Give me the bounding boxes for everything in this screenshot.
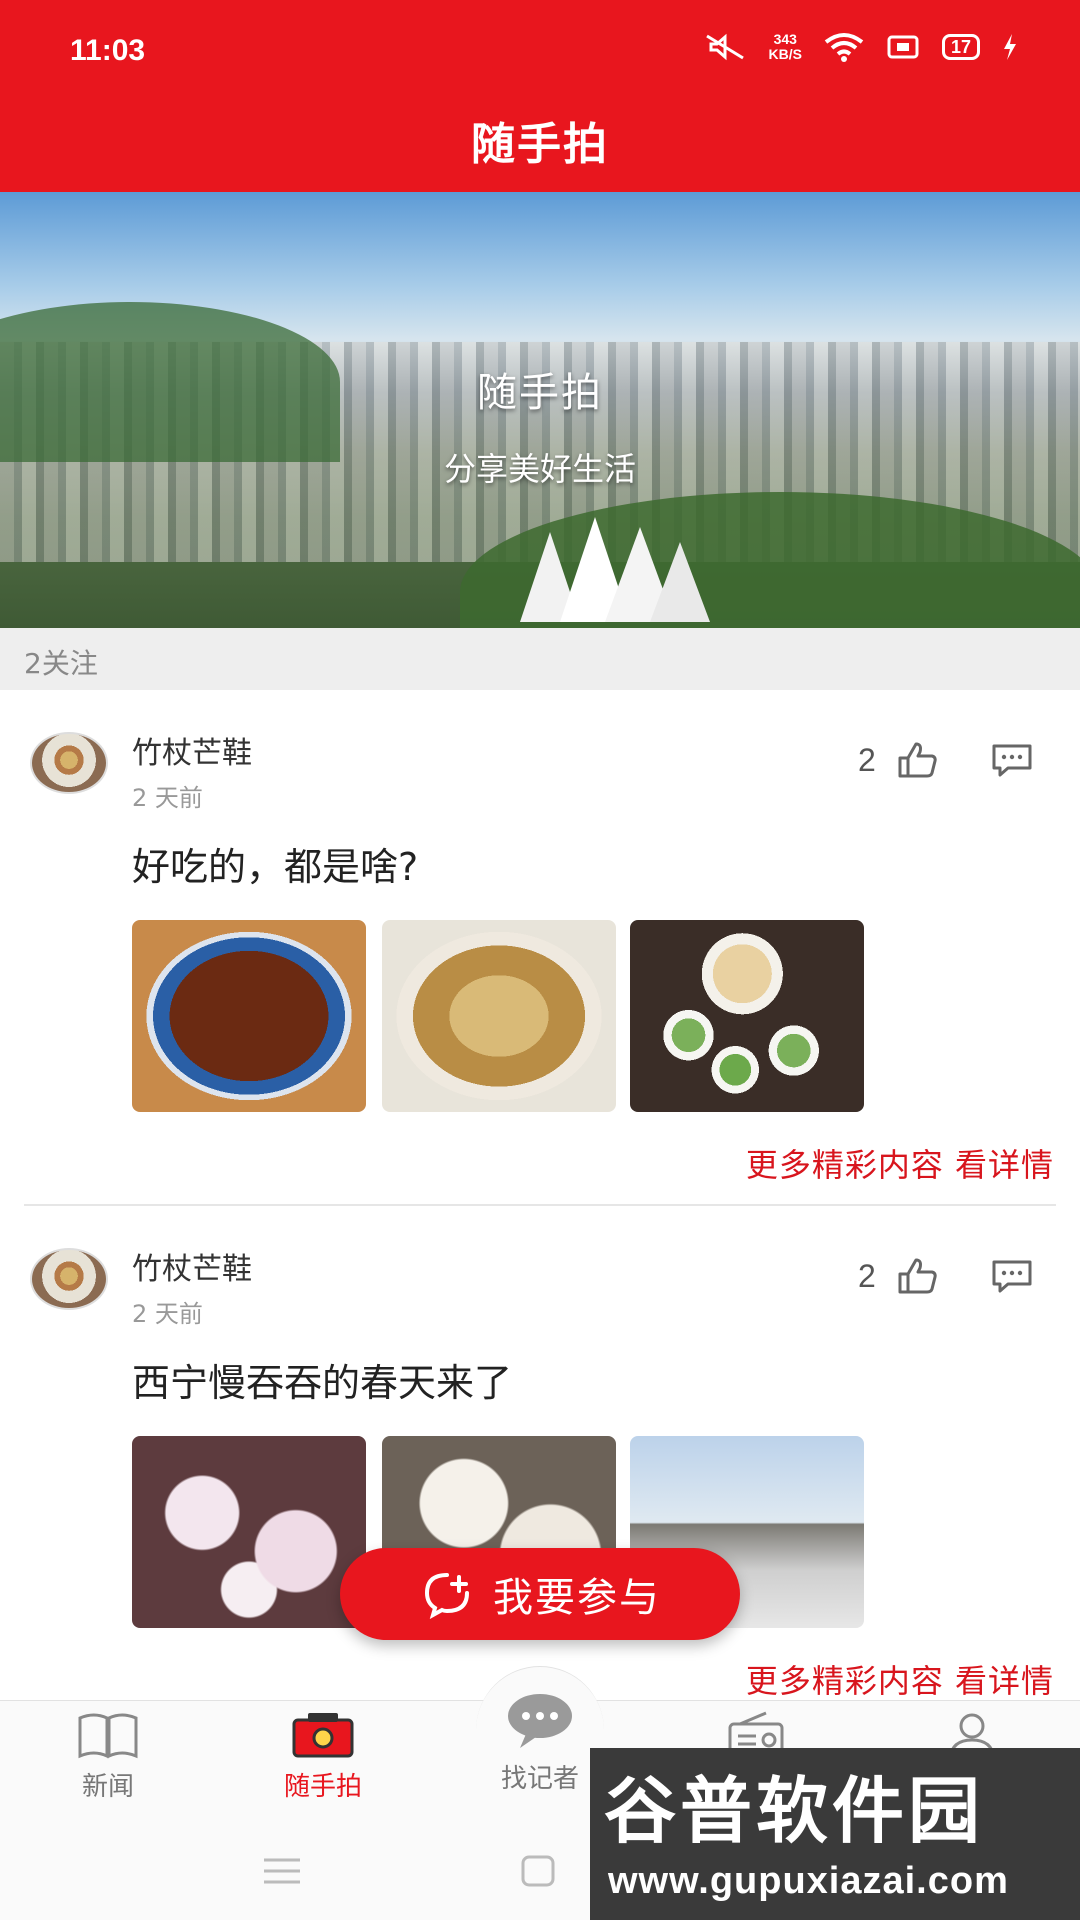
follow-bar[interactable]: 2关注: [0, 628, 1080, 690]
comment-icon[interactable]: [990, 742, 1034, 778]
chat-bubble-icon: [508, 1694, 572, 1748]
post-image[interactable]: [382, 920, 616, 1112]
post-card[interactable]: 竹杖芒鞋 2 天前 2 好吃的，都是啥? 更多精彩内容 看详情: [0, 690, 1080, 1210]
watermark-logo: 谷普软件园 www.gupuxiazai.com: [590, 1748, 1080, 1920]
mute-icon: [705, 33, 744, 61]
watermark-title: 谷普软件园: [604, 1769, 985, 1853]
status-icons: 343 KB/S 17: [703, 32, 1018, 62]
chat-add-icon: [424, 1573, 469, 1619]
banner-subtitle: 分享美好生活: [443, 450, 636, 488]
book-icon: [78, 1713, 138, 1759]
post-time: 2 天前: [132, 784, 203, 812]
status-time: 11:03: [70, 34, 146, 67]
battery-indicator: 17: [941, 34, 980, 60]
post-username[interactable]: 竹杖芒鞋: [132, 728, 252, 772]
comment-icon[interactable]: [990, 1258, 1034, 1294]
page-title: 随手拍: [471, 119, 609, 170]
avatar[interactable]: [30, 732, 108, 794]
participate-label: 我要参与: [493, 1575, 661, 1621]
app-header: 11:03 343 KB/S 17 随手拍: [0, 0, 1080, 192]
follow-count: 2关注: [24, 647, 98, 680]
post-text: 好吃的，都是啥?: [132, 845, 419, 889]
menu-icon[interactable]: [262, 1856, 302, 1886]
nav-label: 新闻: [81, 1772, 134, 1802]
net-speed-value: 343: [773, 31, 797, 47]
nav-item-find-reporter[interactable]: 找记者: [470, 1690, 610, 1795]
post-time: 2 天前: [132, 1300, 203, 1328]
nav-label: 找记者: [500, 1764, 579, 1794]
home-icon[interactable]: [520, 1854, 556, 1888]
watermark-url: www.gupuxiazai.com: [608, 1860, 1009, 1902]
thumbs-up-icon[interactable]: [896, 740, 940, 780]
charging-icon: [1004, 34, 1016, 60]
thumbs-up-icon[interactable]: [896, 1256, 940, 1296]
more-details-link[interactable]: 更多精彩内容 看详情: [746, 1656, 1054, 1702]
avatar[interactable]: [30, 1248, 108, 1310]
banner-title: 随手拍: [477, 370, 603, 416]
net-speed-unit: KB/S: [768, 46, 802, 62]
screen-cast-icon: [887, 35, 919, 59]
post-image[interactable]: [132, 1436, 366, 1628]
more-details-link[interactable]: 更多精彩内容 看详情: [746, 1140, 1054, 1186]
tent-roofs-graphic: [520, 517, 710, 622]
banner-image[interactable]: 随手拍 分享美好生活: [0, 192, 1080, 628]
wifi-icon: [824, 33, 864, 62]
like-count: 2: [858, 742, 876, 778]
post-image[interactable]: [132, 920, 366, 1112]
like-count: 2: [858, 1258, 876, 1294]
nav-item-news[interactable]: 新闻: [38, 1710, 178, 1803]
nav-label: 随手拍: [283, 1772, 362, 1802]
post-image[interactable]: [630, 920, 864, 1112]
post-username[interactable]: 竹杖芒鞋: [132, 1244, 252, 1288]
post-text: 西宁慢吞吞的春天来了: [132, 1361, 513, 1405]
nav-item-snapshot[interactable]: 随手拍: [253, 1710, 393, 1803]
participate-button[interactable]: 我要参与: [340, 1548, 740, 1640]
net-speed: 343 KB/S: [769, 32, 802, 62]
camera-icon: [292, 1713, 354, 1758]
